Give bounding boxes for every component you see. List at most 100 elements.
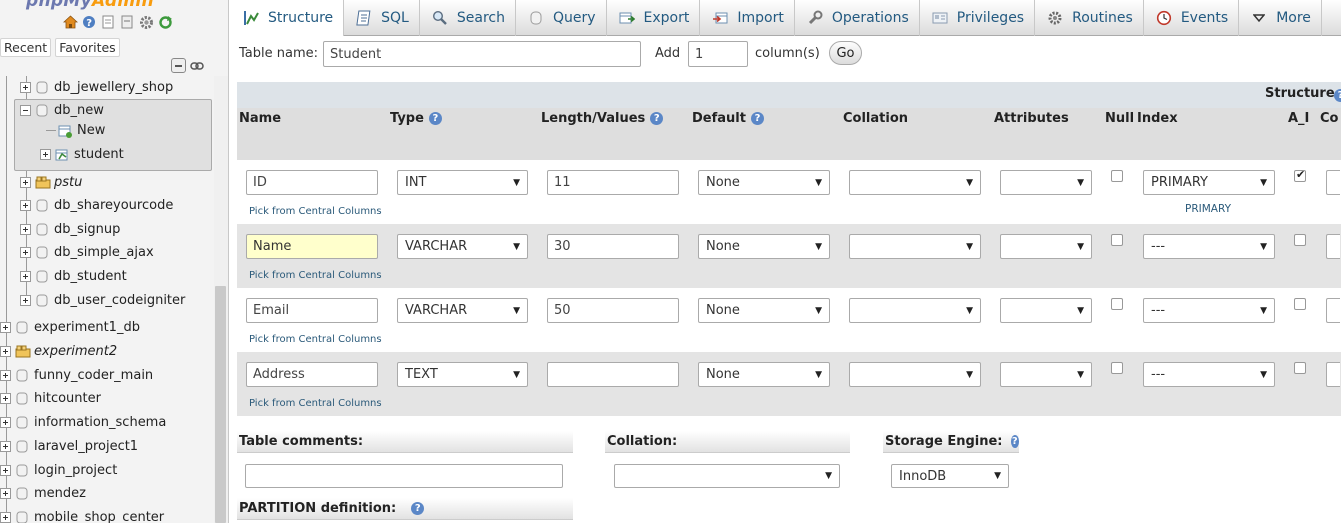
column-comments-input[interactable] (1326, 234, 1340, 259)
expand-icon[interactable] (0, 393, 11, 404)
collapse-icon[interactable] (20, 105, 31, 116)
column-attributes-select[interactable]: ▼ (1000, 362, 1092, 387)
table-collation-select[interactable]: ▼ (614, 464, 840, 488)
column-name-input[interactable]: Name (246, 234, 378, 259)
tree-item-db_signup[interactable]: db_signup (20, 218, 120, 241)
expand-icon[interactable] (0, 370, 11, 381)
column-null-checkbox[interactable] (1111, 362, 1123, 374)
expand-icon[interactable] (20, 200, 31, 211)
pick-central-columns-link[interactable]: Pick from Central Columns (249, 270, 382, 281)
tab-operations[interactable]: Operations (795, 0, 920, 36)
recent-tab[interactable]: Recent (0, 38, 52, 57)
favorites-tab[interactable]: Favorites (55, 38, 120, 57)
column-collation-select[interactable]: ▼ (849, 298, 981, 323)
tree-item-student[interactable]: student (40, 143, 124, 166)
expand-icon[interactable] (40, 149, 51, 160)
column-null-checkbox[interactable] (1111, 170, 1123, 182)
tab-more[interactable]: More (1239, 0, 1322, 36)
column-ai-checkbox[interactable] (1294, 362, 1306, 374)
tab-import[interactable]: Import (700, 0, 795, 36)
expand-icon[interactable] (20, 271, 31, 282)
column-index-select[interactable]: --- ▼ (1143, 234, 1275, 259)
tree-item-experiment2[interactable]: experiment2 (0, 340, 117, 363)
tree-item-login_project[interactable]: login_project (0, 459, 117, 482)
pick-central-columns-link[interactable]: Pick from Central Columns (249, 398, 382, 409)
storage-engine-select[interactable]: InnoDB ▼ (891, 464, 1009, 488)
table-comments-input[interactable] (245, 464, 563, 488)
tree-item-laravel_project1[interactable]: laravel_project1 (0, 435, 138, 458)
tree-item-mendez[interactable]: mendez (0, 482, 86, 505)
column-length-input[interactable] (547, 362, 679, 387)
column-name-input[interactable]: Address (246, 362, 378, 387)
tab-export[interactable]: Export (607, 0, 701, 36)
collapse-all-icon[interactable] (171, 58, 186, 73)
column-comments-input[interactable] (1326, 298, 1340, 323)
column-default-select[interactable]: None ▼ (698, 234, 830, 259)
help-icon[interactable]: ? (750, 112, 764, 125)
column-length-input[interactable]: 30 (547, 234, 679, 259)
tree-item-db_simple_ajax[interactable]: db_simple_ajax (20, 241, 154, 264)
column-ai-checkbox[interactable] (1294, 168, 1306, 182)
link-icon[interactable] (189, 58, 205, 74)
tree-item-pstu[interactable]: pstu (20, 171, 82, 194)
expand-icon[interactable] (0, 441, 11, 452)
column-collation-select[interactable]: ▼ (849, 234, 981, 259)
tree-item-db_jewellery_shop[interactable]: db_jewellery_shop (20, 76, 173, 99)
column-collation-select[interactable]: ▼ (849, 170, 981, 195)
help-icon[interactable]: ? (1010, 435, 1019, 448)
column-attributes-select[interactable]: ▼ (1000, 234, 1092, 259)
column-ai-checkbox[interactable] (1294, 234, 1306, 246)
help-icon[interactable]: ? (428, 112, 442, 125)
home-icon[interactable] (62, 14, 78, 30)
column-attributes-select[interactable]: ▼ (1000, 298, 1092, 323)
column-type-select[interactable]: INT ▼ (397, 170, 528, 195)
column-default-select[interactable]: None ▼ (698, 170, 830, 195)
column-type-select[interactable]: VARCHAR ▼ (397, 234, 528, 259)
expand-icon[interactable] (20, 247, 31, 258)
expand-icon[interactable] (0, 488, 11, 499)
table-name-input[interactable]: Student (323, 41, 641, 67)
tree-item-new-table[interactable]: New (58, 119, 105, 142)
tab-query[interactable]: Query (516, 0, 607, 36)
add-columns-count-input[interactable]: 1 (688, 41, 748, 67)
column-length-input[interactable]: 50 (547, 298, 679, 323)
column-index-select[interactable]: --- ▼ (1143, 298, 1275, 323)
tab-sql[interactable]: SQL (344, 0, 420, 36)
column-length-input[interactable]: 11 (547, 170, 679, 195)
column-name-input[interactable]: Email (246, 298, 378, 323)
tab-search[interactable]: Search (420, 0, 516, 36)
expand-icon[interactable] (20, 224, 31, 235)
gear-icon[interactable] (138, 14, 154, 30)
phpmyadmin-logo[interactable]: phpMyAdmin (26, 0, 154, 11)
column-type-select[interactable]: TEXT ▼ (397, 362, 528, 387)
tree-item-funny_coder_main[interactable]: funny_coder_main (0, 364, 153, 387)
column-ai-checkbox[interactable] (1294, 298, 1306, 310)
column-index-select[interactable]: --- ▼ (1143, 362, 1275, 387)
expand-icon[interactable] (0, 417, 11, 428)
tree-item-hitcounter[interactable]: hitcounter (0, 387, 101, 410)
tree-item-db_student[interactable]: db_student (20, 265, 127, 288)
expand-icon[interactable] (20, 177, 31, 188)
column-null-checkbox[interactable] (1111, 298, 1123, 310)
expand-icon[interactable] (0, 465, 11, 476)
sql-docs-icon[interactable] (119, 14, 135, 30)
column-name-input[interactable]: ID (246, 170, 378, 195)
tab-structure[interactable]: Structure (231, 0, 345, 36)
tree-item-db_shareyourcode[interactable]: db_shareyourcode (20, 194, 173, 217)
reload-icon[interactable] (157, 14, 173, 30)
expand-icon[interactable] (20, 82, 31, 93)
column-comments-input[interactable] (1326, 170, 1340, 195)
pick-central-columns-link[interactable]: Pick from Central Columns (249, 334, 382, 345)
help-icon[interactable]: ? (650, 112, 664, 125)
tree-item-experiment1_db[interactable]: experiment1_db (0, 316, 140, 339)
column-collation-select[interactable]: ▼ (849, 362, 981, 387)
tree-item-db_user_codeigniter[interactable]: db_user_codeigniter (20, 289, 185, 312)
nav-scrollbar-thumb[interactable] (215, 286, 226, 523)
expand-icon[interactable] (0, 512, 11, 523)
help-icon[interactable]: ? (1334, 89, 1341, 102)
column-comments-input[interactable] (1326, 362, 1340, 387)
help-icon[interactable]: ? (81, 14, 97, 30)
column-default-select[interactable]: None ▼ (698, 362, 830, 387)
tree-item-information_schema[interactable]: information_schema (0, 411, 166, 434)
help-icon[interactable]: ? (411, 502, 425, 515)
